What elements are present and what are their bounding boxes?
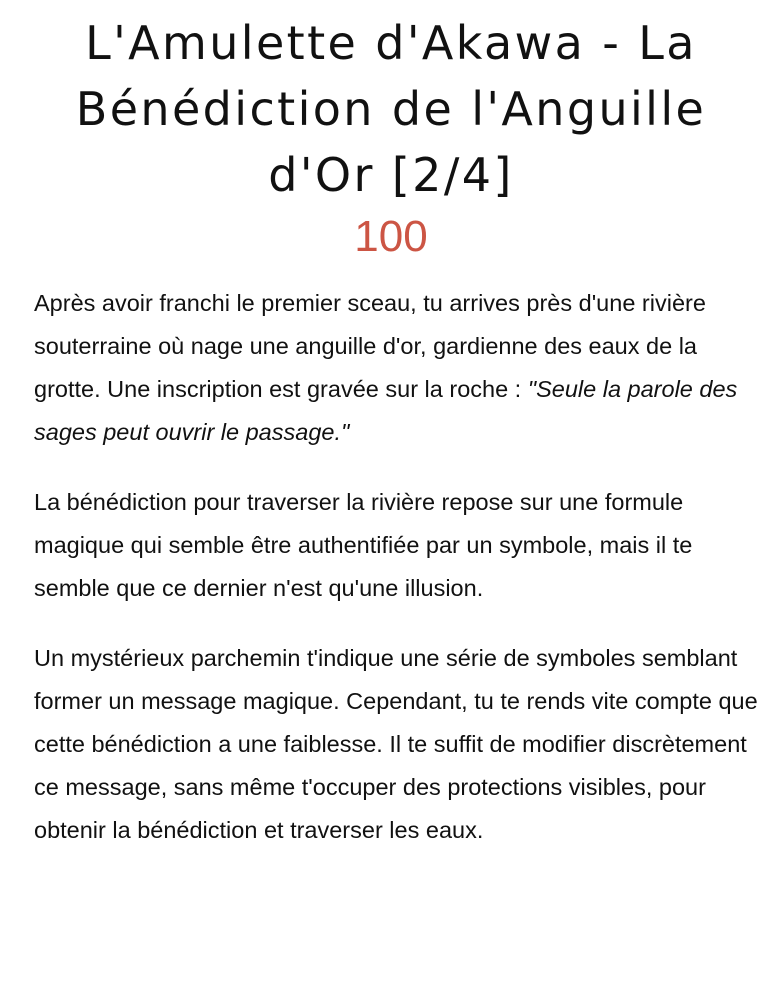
challenge-points: 100 xyxy=(354,212,428,261)
description-paragraph-2: La bénédiction pour traverser la rivière… xyxy=(34,489,693,601)
description-paragraph-1: Après avoir franchi le premier sceau, tu… xyxy=(34,282,758,454)
description-paragraph-3: Un mystérieux parchemin t'indique une sé… xyxy=(34,645,758,843)
challenge-description: Après avoir franchi le premier sceau, tu… xyxy=(34,282,758,852)
challenge-title: L'Amulette d'Akawa - La Bénédiction de l… xyxy=(75,16,707,202)
challenge-panel: L'Amulette d'Akawa - La Bénédiction de l… xyxy=(0,0,782,986)
